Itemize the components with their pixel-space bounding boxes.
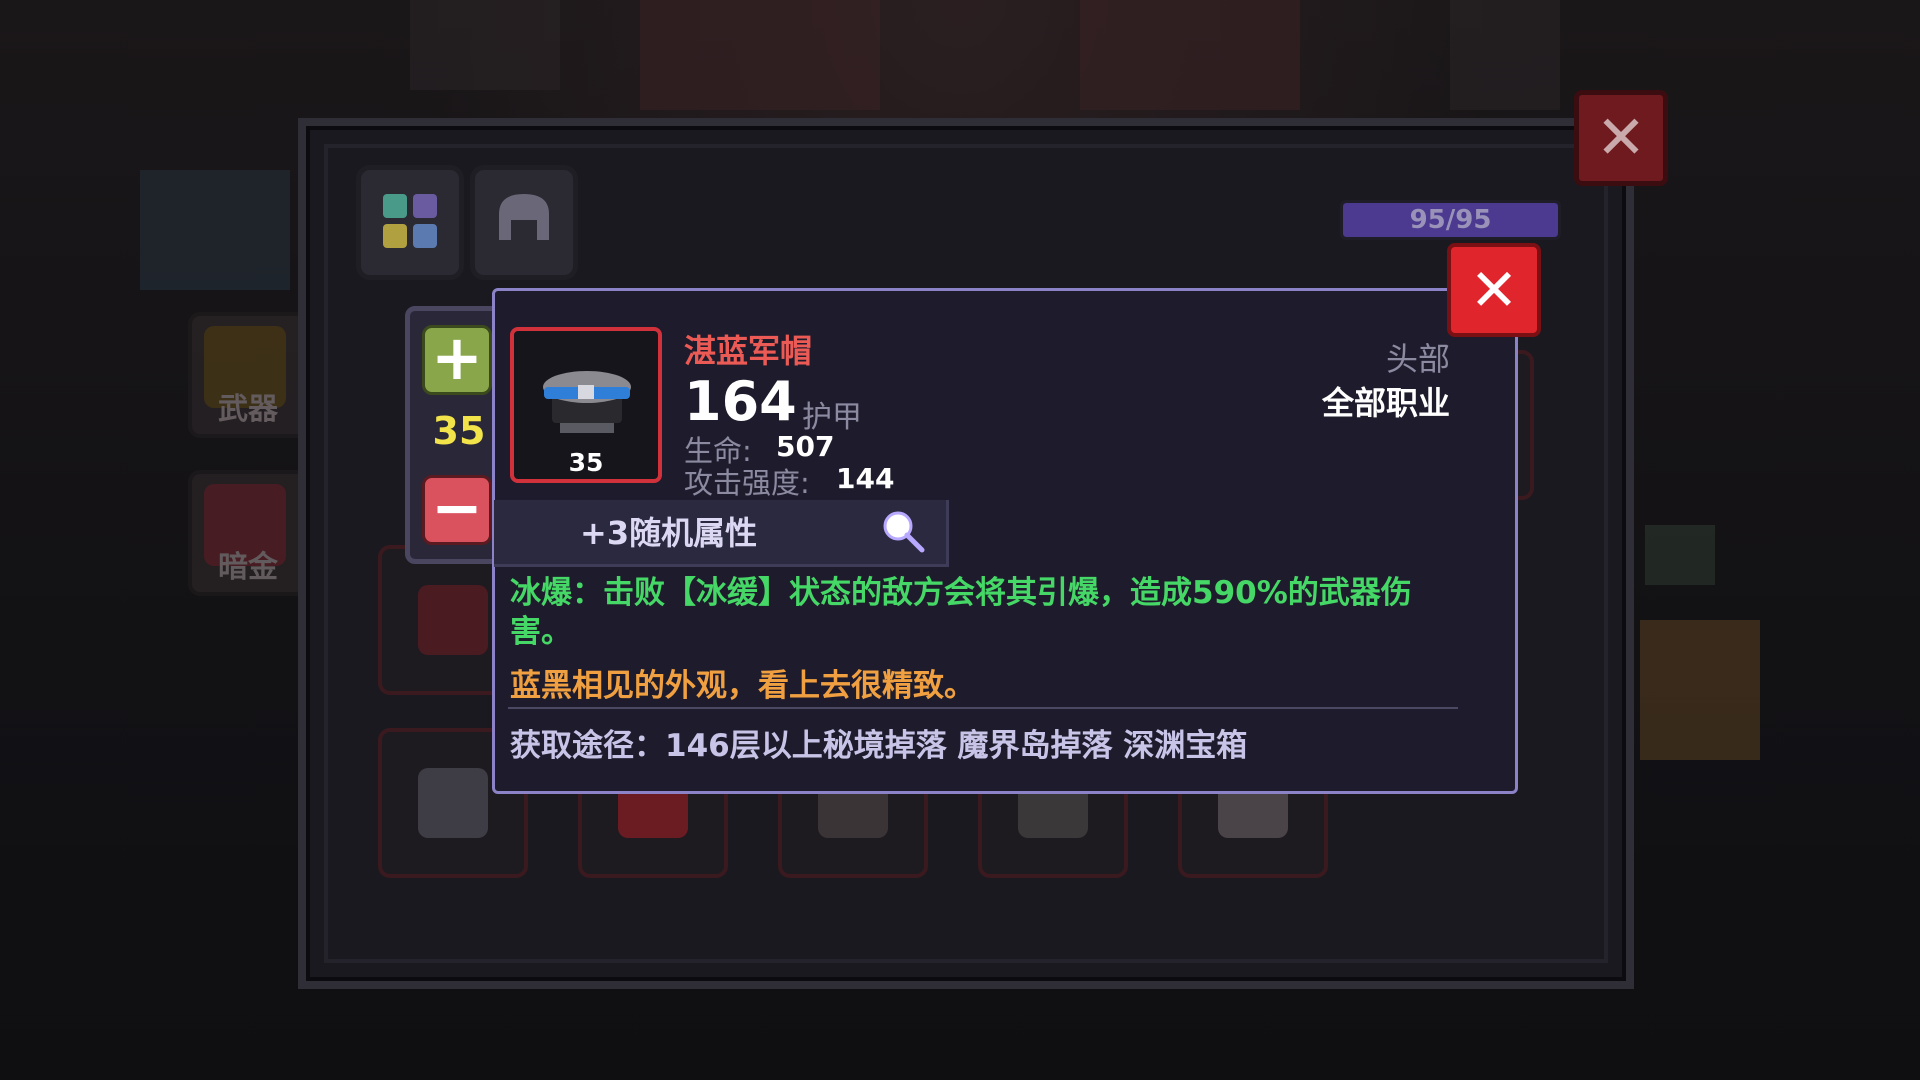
random-attributes-bar[interactable]: +3随机属性 (494, 500, 949, 567)
tab-all-items[interactable] (356, 165, 464, 280)
item-icon-frame: 35 (510, 327, 662, 483)
frost-character-icon (140, 170, 290, 290)
decrease-button[interactable]: − (422, 475, 492, 545)
skull-helmet-icon (418, 768, 488, 838)
inventory-capacity-bar: 95/95 (1340, 200, 1561, 240)
stat-label: 攻击强度: (684, 466, 810, 500)
random-attributes-label: +3随机属性 (580, 514, 758, 552)
grid-icon (383, 194, 437, 248)
helmet-icon (499, 194, 549, 240)
item-level: 35 (568, 448, 604, 477)
equipment-slot-type: 头部 (1385, 340, 1450, 378)
stat-value: 507 (776, 430, 835, 463)
side-menu-label: 暗金 (218, 550, 278, 585)
background-building (1450, 0, 1560, 110)
close-icon: ✕ (1469, 256, 1519, 324)
stat-value: 144 (836, 462, 895, 495)
item-source-text: 获取途径：146层以上秘境掉落 魔界岛掉落 深渊宝箱 (510, 728, 1248, 764)
side-menu-item-weapon[interactable]: 武器 (188, 312, 308, 438)
item-effect-text: 冰爆：击败【冰缓】状态的敌方会将其引爆，造成590%的武器伤害。 (510, 575, 1412, 650)
divider (508, 707, 1458, 709)
background-building (410, 0, 560, 90)
armor-value: 164 (684, 370, 797, 433)
panel-close-button[interactable]: ✕ (1574, 90, 1668, 186)
background-building (1080, 0, 1300, 110)
item-name: 湛蓝军帽 (684, 332, 813, 370)
close-icon: ✕ (1595, 103, 1647, 173)
class-requirement: 全部职业 (1321, 384, 1450, 422)
background-crystal-icon (1645, 525, 1715, 585)
plus-icon: + (431, 321, 483, 394)
minus-icon: − (431, 471, 483, 544)
tooltip-close-button[interactable]: ✕ (1447, 243, 1541, 337)
capacity-text: 95/95 (1409, 205, 1492, 235)
side-menu-label: 武器 (218, 392, 278, 427)
background-building (640, 0, 880, 110)
item-flavor-text: 蓝黑相见的外观，看上去很精致。 (510, 668, 975, 704)
background-character (1640, 620, 1760, 760)
magnifier-icon (883, 511, 925, 553)
military-cap-icon (543, 371, 631, 433)
demon-mask-icon (418, 585, 488, 655)
side-menu-item-dark-gold[interactable]: 暗金 (188, 470, 308, 596)
increase-button[interactable]: + (422, 325, 492, 395)
tab-helmet[interactable] (470, 165, 578, 280)
